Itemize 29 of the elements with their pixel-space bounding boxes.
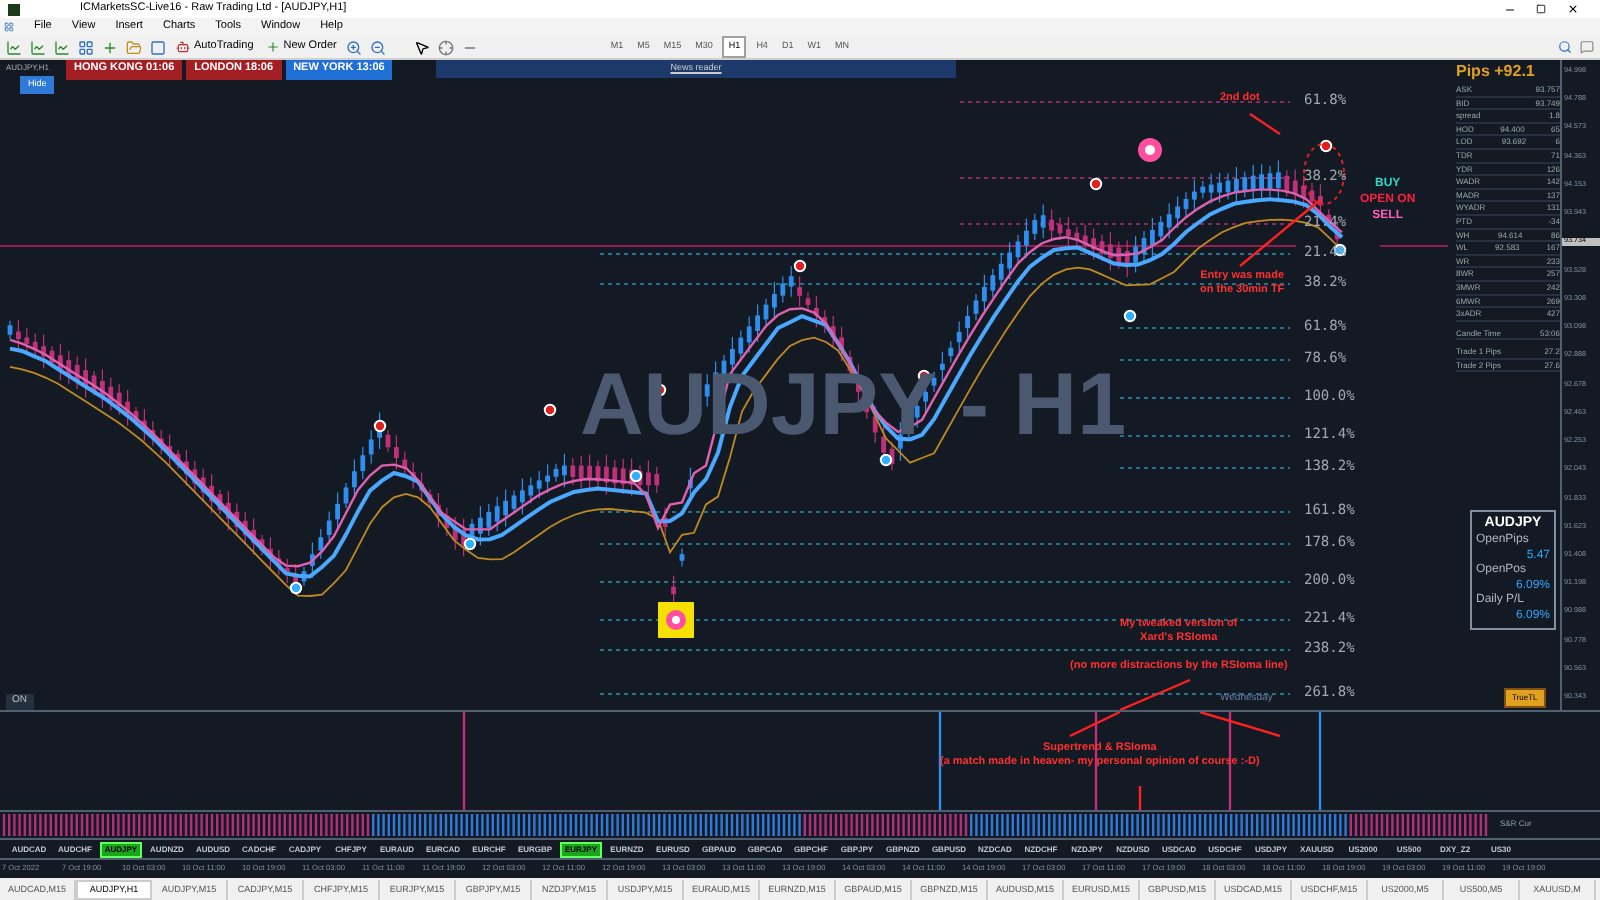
target-marker [658, 602, 694, 638]
minimize-icon[interactable] [1504, 3, 1516, 15]
folder-icon[interactable] [126, 39, 142, 55]
indicator-line [938, 712, 942, 812]
indicator-line [1318, 712, 1322, 812]
chart-icon[interactable] [54, 39, 70, 55]
indicator-line [1228, 712, 1232, 812]
chart-icon[interactable] [6, 39, 22, 55]
grid-icon[interactable] [78, 39, 94, 55]
chart-icon[interactable] [30, 39, 46, 55]
pips-total: Pips +92.1 [1456, 64, 1537, 80]
indicator-line [462, 712, 466, 812]
maximize-icon[interactable] [1536, 4, 1546, 14]
indicator-line [1094, 712, 1098, 812]
plus-icon [265, 40, 280, 54]
dashed-ellipse [1303, 143, 1345, 205]
chat-icon[interactable] [1580, 40, 1594, 54]
cursor-icon[interactable] [414, 39, 431, 55]
target-marker [1138, 138, 1162, 162]
zoom-in-icon[interactable] [346, 39, 363, 55]
zoom-out-icon[interactable] [370, 39, 387, 55]
plus-icon[interactable] [102, 39, 118, 55]
price-level-line [1379, 245, 1449, 247]
crosshair-icon[interactable] [438, 39, 455, 55]
robot-icon [176, 40, 190, 54]
window-menu-icon[interactable] [4, 22, 14, 32]
app-icon [8, 3, 20, 15]
square-icon[interactable] [150, 39, 166, 55]
search-icon[interactable] [1558, 40, 1572, 54]
